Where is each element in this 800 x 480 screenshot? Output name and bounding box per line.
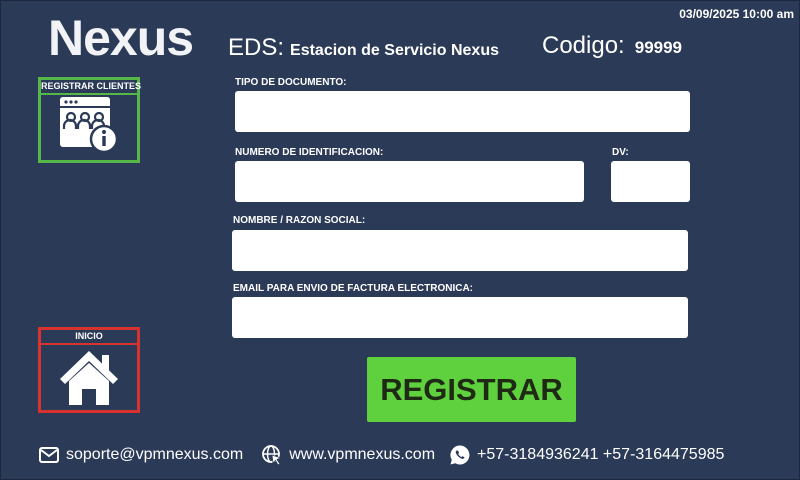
footer-email[interactable]: soporte@vpmnexus.com xyxy=(38,444,243,466)
email-label: EMAIL PARA ENVIO DE FACTURA ELECTRONICA: xyxy=(233,283,474,294)
eds-value: Estacion de Servicio Nexus xyxy=(290,42,499,59)
footer-website[interactable]: www.vpmnexus.com xyxy=(261,444,435,466)
nombre-label: NOMBRE / RAZON SOCIAL: xyxy=(233,215,366,226)
email-input[interactable] xyxy=(232,297,688,338)
nexus-logo: Nexus xyxy=(48,10,194,66)
eds-label: EDS: xyxy=(228,34,285,61)
phone-numbers: +57-3184936241 +57-3164475985 xyxy=(477,446,725,463)
tipo-documento-label: TIPO DE DOCUMENTO: xyxy=(235,77,347,88)
nombre-input[interactable] xyxy=(232,230,688,271)
globe-cursor-icon xyxy=(262,445,283,466)
dv-label: DV: xyxy=(612,147,629,158)
numero-identificacion-input[interactable] xyxy=(235,161,584,202)
customers-info-icon xyxy=(60,97,119,154)
whatsapp-icon xyxy=(450,445,470,465)
codigo-value: 99999 xyxy=(634,38,683,57)
mail-icon xyxy=(39,447,59,463)
logo-text: Nexus xyxy=(48,10,194,66)
support-email: soporte@vpmnexus.com xyxy=(66,446,244,463)
footer-phones[interactable]: +57-3184936241 +57-3164475985 xyxy=(449,444,724,466)
codigo-label: Codigo: xyxy=(542,32,625,59)
tipo-documento-input[interactable] xyxy=(235,91,690,132)
footer: soporte@vpmnexus.com www.vpmnexus.com +5… xyxy=(38,444,780,466)
registrar-button[interactable]: REGISTRAR xyxy=(367,357,576,422)
home-icon xyxy=(60,351,118,405)
codigo-info: Codigo: 99999 xyxy=(542,32,682,60)
registrar-clientes-label: REGISTRAR CLIENTES xyxy=(41,80,141,95)
inicio-button[interactable]: INICIO xyxy=(38,327,140,413)
registrar-clientes-button[interactable]: REGISTRAR CLIENTES xyxy=(38,77,141,163)
datetime: 03/09/2025 10:00 am xyxy=(679,7,794,21)
dv-input[interactable] xyxy=(611,161,690,202)
website-link: www.vpmnexus.com xyxy=(289,446,436,463)
station-info: EDS: Estacion de Servicio Nexus xyxy=(228,34,499,62)
numero-identificacion-label: NUMERO DE IDENTIFICACION: xyxy=(235,147,384,158)
inicio-label: INICIO xyxy=(41,330,137,345)
